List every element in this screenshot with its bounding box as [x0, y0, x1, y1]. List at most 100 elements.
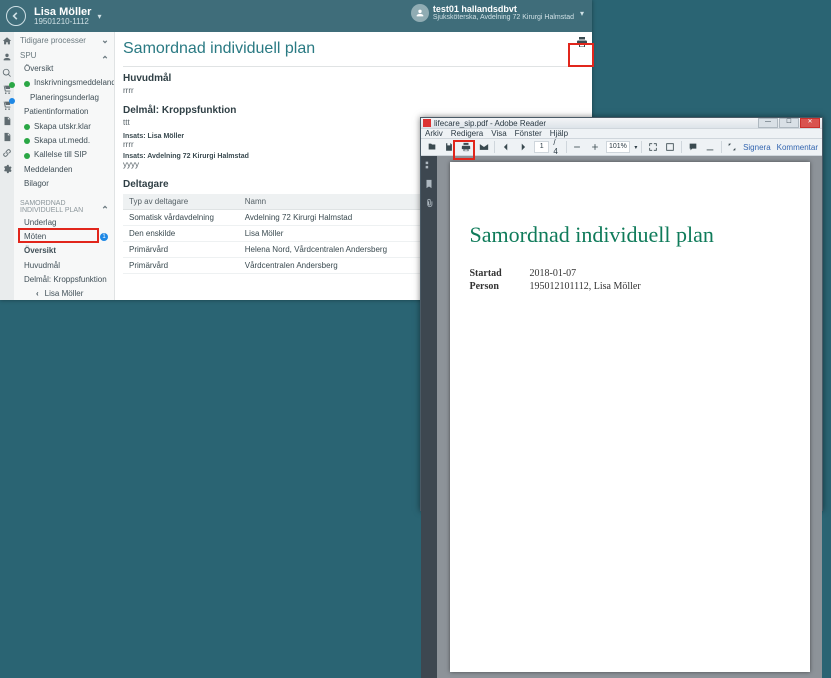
- sidebar-sec-sip[interactable]: SAMORDNAD INDIVIDUELL PLAN: [14, 196, 114, 216]
- rail-link-icon[interactable]: [2, 148, 12, 158]
- toolbar-zoom-out-icon[interactable]: [571, 140, 584, 154]
- menu-item[interactable]: Fönster: [515, 129, 542, 138]
- sidebar-item-delmal[interactable]: Delmål: Kroppsfunktion: [14, 273, 114, 287]
- sidebar-item-bilagor[interactable]: Bilagor: [14, 177, 114, 191]
- delmal-heading: Delmål: Kroppsfunktion: [123, 105, 578, 116]
- sidebar-item-inskrivning[interactable]: Inskrivningsmeddelande: [14, 76, 114, 90]
- reader-page-area[interactable]: Samordnad individuell plan Startad 2018-…: [437, 156, 822, 678]
- rail-doc-icon[interactable]: [2, 116, 12, 126]
- rail-badge: [9, 82, 15, 88]
- toolbar-kommentar[interactable]: Kommentar: [777, 143, 818, 152]
- toolbar-open-icon[interactable]: [425, 140, 438, 154]
- toolbar-print-icon[interactable]: [460, 140, 473, 154]
- minimize-button[interactable]: —: [758, 118, 778, 128]
- label: Skapa utskr.klar: [34, 122, 91, 132]
- label: Delmål: Kroppsfunktion: [24, 275, 107, 285]
- sidebar-item-huvudmal[interactable]: Huvudmål: [14, 259, 114, 273]
- sidepanel-attach-icon[interactable]: [424, 198, 434, 211]
- sidebar-item-meddelanden[interactable]: Meddelanden: [14, 163, 114, 177]
- rail-user-icon[interactable]: [2, 52, 12, 62]
- label: Bilagor: [24, 179, 49, 189]
- sidebar-item-moten[interactable]: Möten 1: [14, 230, 114, 244]
- sidebar-item-skapa-medd[interactable]: Skapa ut.medd.: [14, 134, 114, 148]
- left-rail: [0, 32, 14, 300]
- sidebar-sec-spu[interactable]: SPU: [14, 47, 114, 62]
- close-button[interactable]: ✕: [800, 118, 820, 128]
- toolbar-comment-icon[interactable]: [686, 140, 699, 154]
- back-button[interactable]: [6, 6, 26, 26]
- toolbar-fitpage-icon[interactable]: [664, 140, 677, 154]
- rail-home-icon[interactable]: [2, 36, 12, 46]
- cell-name: Avdelning 72 Kirurgi Halmstad: [239, 210, 423, 226]
- doc-title: Samordnad individuell plan: [470, 222, 790, 248]
- sidepanel-bookmark-icon[interactable]: [424, 179, 434, 192]
- sidebar-item-skapa-klar[interactable]: Skapa utskr.klar: [14, 120, 114, 134]
- menu-item[interactable]: Arkiv: [425, 129, 443, 138]
- sidepanel-thumbs-icon[interactable]: [424, 160, 434, 173]
- sidebar-item-planeringsunderlag[interactable]: Planeringsunderlag: [14, 91, 114, 105]
- menu-item[interactable]: Redigera: [451, 129, 483, 138]
- label: Lisa Möller: [45, 289, 84, 299]
- toolbar-signera[interactable]: Signera: [743, 143, 771, 152]
- rail-doc2-icon[interactable]: [2, 132, 12, 142]
- menu-item[interactable]: Visa: [491, 129, 506, 138]
- reader-content: Samordnad individuell plan Startad 2018-…: [421, 156, 822, 678]
- sidebar: Tidigare processer SPU Översikt Inskrivn…: [14, 32, 115, 300]
- toolbar-zoom-in-icon[interactable]: [588, 140, 601, 154]
- toolbar-prev-icon[interactable]: [499, 140, 512, 154]
- sidebar-item-lisa[interactable]: ‹Lisa Möller: [14, 287, 114, 300]
- toolbar-separator: [681, 141, 682, 153]
- reader-app-icon: [423, 119, 431, 127]
- patient-block[interactable]: Lisa Möller 19501210-1112: [34, 6, 91, 27]
- status-dot: [24, 138, 30, 144]
- toolbar-save-icon[interactable]: [442, 140, 455, 154]
- label: Underlag: [24, 218, 56, 228]
- reader-title: lifecare_sip.pdf - Adobe Reader: [434, 119, 546, 128]
- label: Översikt: [24, 64, 53, 74]
- sidebar-sec-tidigare[interactable]: Tidigare processer: [14, 32, 114, 47]
- topbar: Lisa Möller 19501210-1112 ▾ test01 halla…: [0, 0, 592, 32]
- badge: 1: [100, 233, 108, 241]
- pdf-page: Samordnad individuell plan Startad 2018-…: [450, 162, 810, 672]
- toolbar-next-icon[interactable]: [517, 140, 530, 154]
- cell-type: Primärvård: [123, 242, 239, 258]
- menu-item[interactable]: Hjälp: [550, 129, 568, 138]
- zoom-caret-icon[interactable]: ▾: [634, 144, 637, 151]
- staff-block[interactable]: test01 hallandsdbvt Sjuksköterska, Avdel…: [411, 4, 584, 22]
- patient-caret-icon[interactable]: ▾: [97, 12, 101, 21]
- rail-cart2-icon[interactable]: [2, 100, 12, 110]
- label: Inskrivningsmeddelande: [34, 78, 115, 88]
- cell-type: Somatisk vårdavdelning: [123, 210, 239, 226]
- sidebar-item-patientinfo[interactable]: Patientinformation: [14, 105, 114, 119]
- patient-id: 19501210-1112: [34, 18, 91, 27]
- chevron-up-icon: [102, 53, 108, 59]
- staff-caret-icon[interactable]: ▾: [580, 9, 584, 18]
- rail-cart-icon[interactable]: [2, 84, 12, 94]
- sidebar-item-oversikt[interactable]: Översikt: [14, 62, 114, 76]
- th-name: Namn: [239, 194, 423, 210]
- person-val: 195012101112, Lisa Möller: [530, 281, 641, 292]
- toolbar-fit-icon[interactable]: [646, 140, 659, 154]
- toolbar-mail-icon[interactable]: [477, 140, 490, 154]
- print-button[interactable]: [574, 34, 590, 50]
- page-field[interactable]: 1: [534, 141, 549, 153]
- sidebar-label: Tidigare processer: [20, 36, 86, 45]
- chevron-down-icon: [102, 38, 108, 44]
- cell-type: Primärvård: [123, 258, 239, 274]
- reader-titlebar[interactable]: lifecare_sip.pdf - Adobe Reader — ☐ ✕: [421, 118, 822, 128]
- rail-search-icon[interactable]: [2, 68, 12, 78]
- toolbar-expand-icon[interactable]: [726, 140, 739, 154]
- zoom-field[interactable]: 101%: [606, 141, 631, 153]
- toolbar-highlight-icon[interactable]: [703, 140, 716, 154]
- sidebar-item-kallelse[interactable]: Kallelse till SIP: [14, 148, 114, 162]
- page-total: / 4: [553, 138, 562, 156]
- sidebar-item-sip-oversikt[interactable]: Översikt: [14, 244, 114, 258]
- sidebar-item-underlag[interactable]: Underlag: [14, 216, 114, 230]
- reader-sidepanel: [421, 156, 437, 678]
- maximize-button[interactable]: ☐: [779, 118, 799, 128]
- sidebar-label: SPU: [20, 51, 36, 60]
- startad-val: 2018-01-07: [530, 268, 577, 279]
- startad-key: Startad: [470, 268, 530, 279]
- label: Patientinformation: [24, 107, 88, 117]
- rail-settings-icon[interactable]: [2, 164, 12, 174]
